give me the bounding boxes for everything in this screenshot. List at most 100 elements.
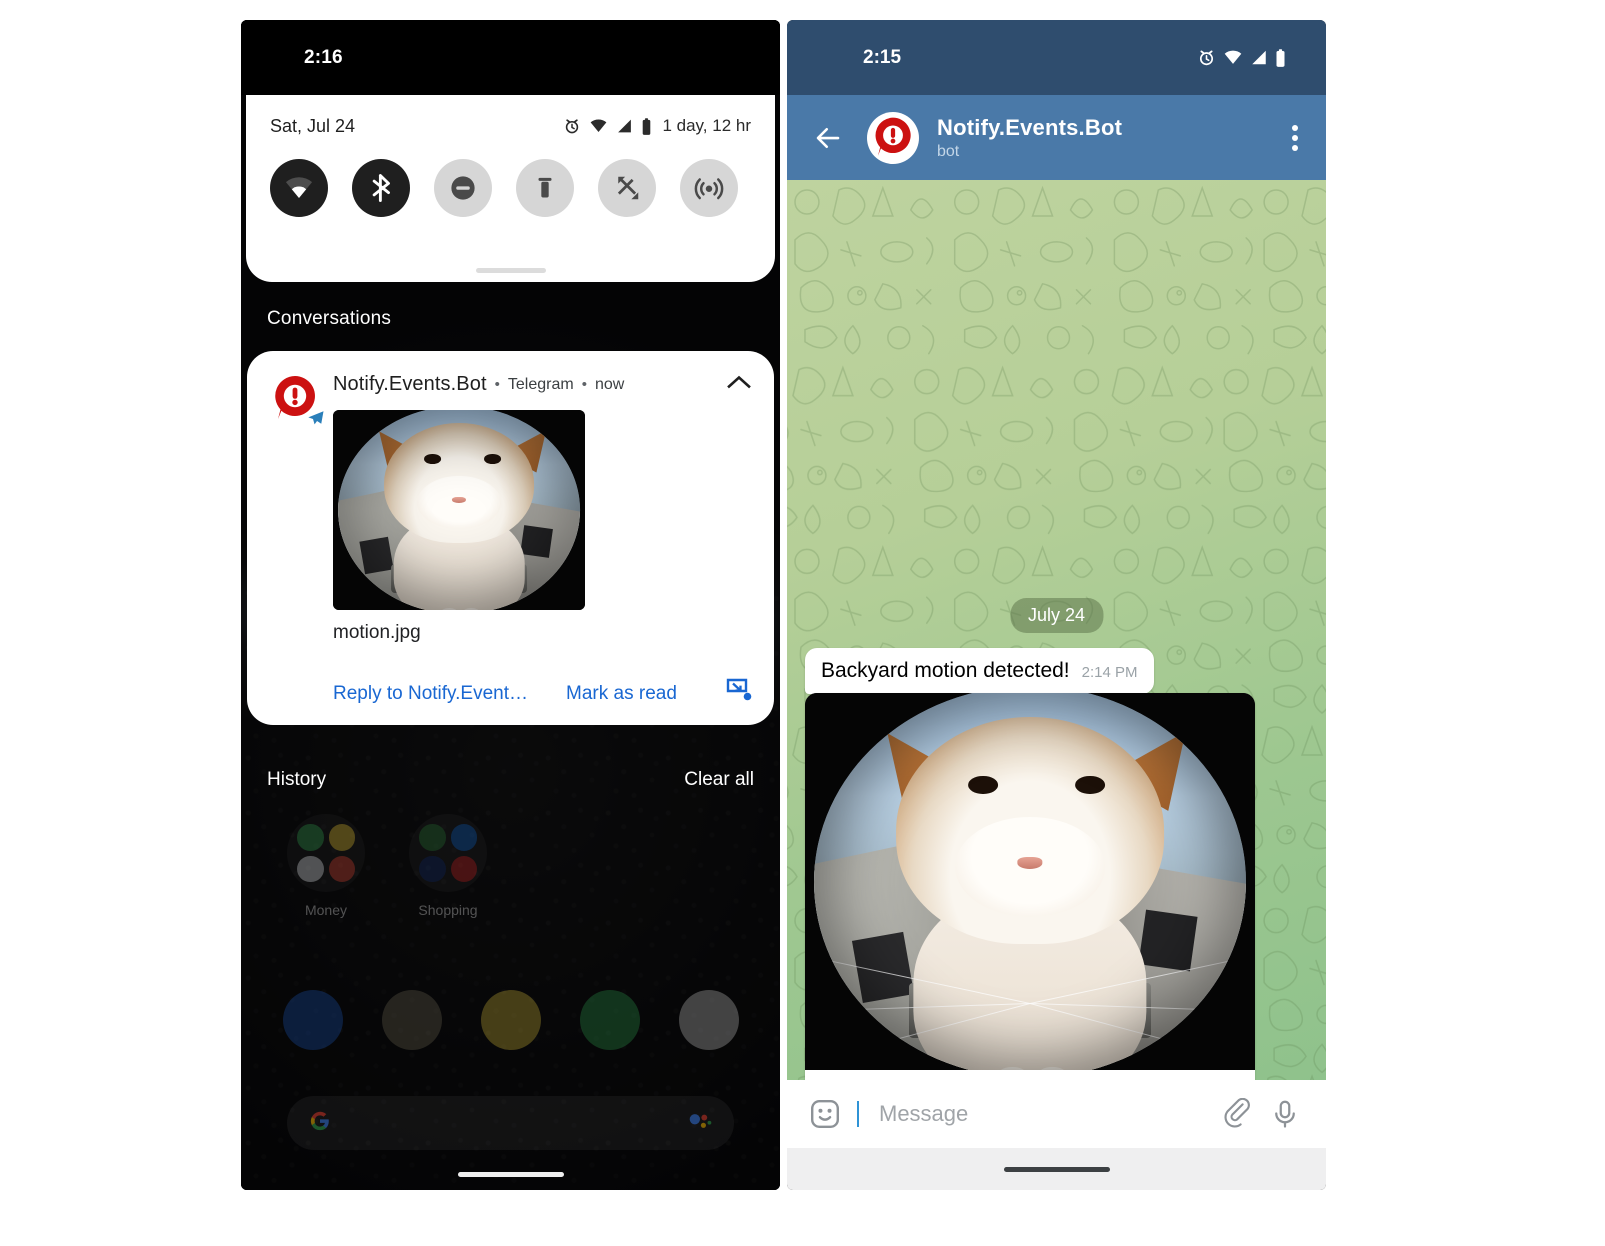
mini-app-icon xyxy=(419,824,446,851)
qs-status-icons: 1 day, 12 hr xyxy=(563,116,751,136)
gesture-navigation-area xyxy=(787,1148,1326,1190)
notification-collapse-button[interactable] xyxy=(716,374,752,395)
wifi-tile[interactable] xyxy=(270,159,328,217)
chat-message-area[interactable]: July 24 Backyard motion detected! 2:14 P… xyxy=(787,180,1326,1080)
open-in-bubble-icon xyxy=(726,678,752,701)
home-folder-row: Money Shopping xyxy=(241,814,780,918)
notification-footer-row: History Clear all xyxy=(241,760,780,800)
telegram-plane-icon xyxy=(308,411,324,425)
signal-icon xyxy=(618,119,632,133)
message-timestamp: 2:14 PM xyxy=(1081,664,1138,681)
notification-image-preview[interactable] xyxy=(333,410,585,610)
social-folder-icon[interactable] xyxy=(381,990,442,1050)
mini-app-icon xyxy=(450,824,477,851)
chat-title-block[interactable]: Notify.Events.Bot bot xyxy=(937,115,1286,161)
message-bubble-text[interactable]: Backyard motion detected! 2:14 PM xyxy=(805,648,1154,694)
notification-attachment-name: motion.jpg xyxy=(333,622,421,643)
separator-dot: • xyxy=(494,376,500,393)
status-clock: 2:16 xyxy=(304,46,343,68)
photo-attachment[interactable] xyxy=(805,693,1255,1070)
message-text: Backyard motion detected! xyxy=(821,659,1070,682)
auto-rotate-tile[interactable] xyxy=(598,159,656,217)
music-icon[interactable] xyxy=(480,990,541,1050)
text-cursor xyxy=(857,1101,859,1127)
notify-events-exclamation-icon xyxy=(875,117,911,156)
message-input-placeholder[interactable]: Message xyxy=(879,1101,1206,1127)
photo-caption-row: motion.jpg 2:14 PM xyxy=(805,1070,1255,1080)
left-status-bar: 2:16 xyxy=(241,20,780,95)
bluetooth-icon xyxy=(372,174,390,202)
camera-icon[interactable] xyxy=(678,990,739,1050)
mini-app-icon xyxy=(297,824,324,851)
notification-time: now xyxy=(594,375,625,393)
phone-icon[interactable] xyxy=(282,990,343,1050)
hotspot-tile[interactable] xyxy=(680,159,738,217)
home-folder[interactable]: Shopping xyxy=(409,814,487,918)
wifi-icon xyxy=(591,119,607,132)
right-status-bar: 2:15 xyxy=(787,20,1326,95)
chat-title: Notify.Events.Bot xyxy=(937,114,1123,140)
history-button[interactable]: History xyxy=(267,769,326,791)
google-g-icon xyxy=(309,1110,331,1137)
quick-settings-panel[interactable]: Sat, Jul 24 1 day, 12 hr xyxy=(246,95,775,282)
chrome-icon[interactable] xyxy=(579,990,640,1050)
do-not-disturb-icon xyxy=(451,176,475,200)
quick-settings-header: Sat, Jul 24 1 day, 12 hr xyxy=(270,111,751,141)
folder-label: Shopping xyxy=(418,902,478,918)
emoji-smiley-icon[interactable] xyxy=(809,1098,841,1130)
gesture-navigation-bar[interactable] xyxy=(1003,1166,1110,1172)
cat-photo xyxy=(333,410,585,610)
message-bubble-photo[interactable]: motion.jpg 2:14 PM xyxy=(805,693,1255,1080)
mini-app-icon xyxy=(419,855,446,882)
folder-label: Money xyxy=(304,902,348,918)
qs-date: Sat, Jul 24 xyxy=(270,115,356,136)
battery-icon xyxy=(643,117,651,135)
mark-as-read-button[interactable]: Mark as read xyxy=(566,683,677,705)
left-phone-notification-shade: 2:16 Sat, Jul 24 1 day, 12 hr Conversati… xyxy=(241,20,780,1190)
bluetooth-tile[interactable] xyxy=(352,159,410,217)
notification-header: Notify.Events.Bot • Telegram • now motio… xyxy=(269,373,752,709)
screenshot-root: 2:16 Sat, Jul 24 1 day, 12 hr Conversati… xyxy=(0,0,1605,1246)
google-search-bar[interactable] xyxy=(287,1096,734,1150)
notification-body: Notify.Events.Bot • Telegram • now motio… xyxy=(333,373,752,709)
mini-app-icon xyxy=(328,824,355,851)
back-arrow-icon[interactable] xyxy=(813,123,843,153)
chevron-up-icon xyxy=(727,375,751,389)
flashlight-tile[interactable] xyxy=(516,159,574,217)
mini-app-icon xyxy=(450,855,477,882)
notification-app-name: Notify.Events.Bot xyxy=(333,373,487,395)
assistant-icon[interactable] xyxy=(688,1111,712,1136)
open-in-bubble-button[interactable] xyxy=(726,678,752,709)
folder-preview-icons xyxy=(409,814,487,892)
notification-action-row: Reply to Notify.Event… Mark as read xyxy=(333,678,752,709)
battery-estimate: 1 day, 12 hr xyxy=(662,116,751,135)
home-folder[interactable]: Money xyxy=(287,814,365,918)
microphone-icon[interactable] xyxy=(1270,1098,1300,1130)
alarm-icon xyxy=(566,119,579,134)
shade-drag-handle[interactable] xyxy=(475,268,546,273)
status-icons xyxy=(1197,48,1286,68)
paperclip-icon[interactable] xyxy=(1222,1098,1254,1130)
home-screen-behind: Money Shopping xyxy=(241,800,780,1190)
signal-icon xyxy=(1252,50,1266,65)
folder-preview-icons xyxy=(287,814,365,892)
chat-subtitle: bot xyxy=(937,142,960,160)
chat-avatar[interactable] xyxy=(867,111,919,164)
notification-avatar xyxy=(269,373,324,429)
right-phone-telegram-chat: 2:15 Notify.Events.Bot bot July 24 Backy… xyxy=(787,20,1326,1190)
wifi-icon xyxy=(1224,50,1242,64)
notification-title-line: Notify.Events.Bot • Telegram • now xyxy=(333,373,752,396)
cat-photo xyxy=(805,693,1255,1070)
do-not-disturb-tile[interactable] xyxy=(434,159,492,217)
hotspot-icon xyxy=(694,178,724,200)
message-input-bar[interactable]: Message xyxy=(787,1080,1326,1148)
notification-card[interactable]: Notify.Events.Bot • Telegram • now motio… xyxy=(247,351,774,725)
more-vertical-icon[interactable] xyxy=(1286,119,1304,157)
home-dock xyxy=(241,990,780,1050)
gesture-navigation-bar[interactable] xyxy=(457,1172,564,1177)
reply-action-button[interactable]: Reply to Notify.Event… xyxy=(333,683,528,705)
clear-all-button[interactable]: Clear all xyxy=(684,769,754,791)
battery-icon xyxy=(1276,48,1285,67)
status-clock: 2:15 xyxy=(863,46,902,68)
flashlight-icon xyxy=(538,177,552,198)
